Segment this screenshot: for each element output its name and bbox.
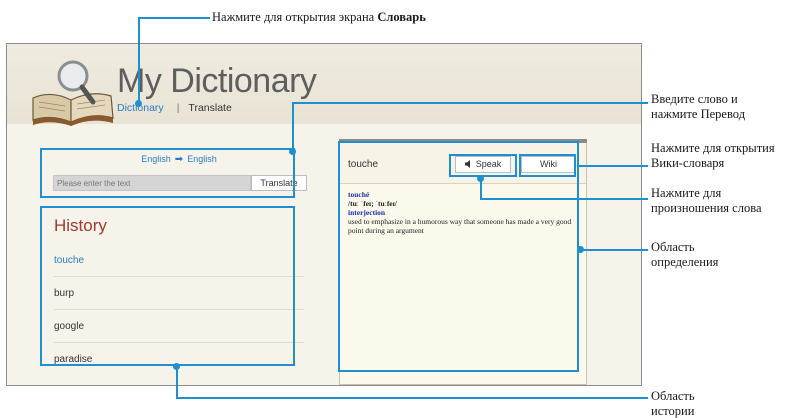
callout-speak: Нажмите для произношения слова: [651, 186, 762, 216]
callout-wiki: Нажмите для открытия Вики-словаря: [651, 141, 775, 171]
callout-definition-line2: определения: [651, 255, 719, 269]
dictionary-logo-icon: [32, 60, 114, 126]
callout-speak-line1: Нажмите для: [651, 186, 722, 200]
dot-definition: [577, 246, 584, 253]
search-highlight-frame: [40, 148, 295, 198]
leader-translate-h: [292, 102, 648, 104]
dot-translate: [289, 148, 296, 155]
callout-wiki-line1: Нажмите для открытия: [651, 141, 775, 155]
leader-translate-v: [292, 103, 294, 151]
callout-definition: Область определения: [651, 240, 718, 270]
dot-history: [173, 363, 180, 370]
callout-history: Область истории: [651, 389, 695, 418]
callout-history-line1: Область: [651, 389, 695, 403]
callout-dictionary-text: Нажмите для открытия экрана: [212, 10, 378, 24]
callout-definition-line1: Область: [651, 240, 695, 254]
leader-speak-h: [480, 198, 648, 200]
nav-translate[interactable]: Translate: [188, 102, 231, 114]
app-title: My Dictionary: [117, 62, 317, 100]
leader-definition-h: [582, 249, 648, 251]
callout-wiki-line2: Вики-словаря: [651, 156, 725, 170]
leader-history-v: [176, 366, 178, 398]
speak-highlight-frame: [449, 154, 517, 177]
dot-speak: [477, 175, 484, 182]
leader-wiki-h: [577, 165, 648, 167]
callout-translate-line2: нажмите Перевод: [651, 107, 746, 121]
callout-history-line2: истории: [651, 404, 695, 418]
leader-dictionary-v: [138, 18, 140, 102]
callout-translate: Введите слово и нажмите Перевод: [651, 92, 745, 122]
leader-history-h: [176, 397, 648, 399]
history-highlight-frame: [40, 206, 295, 366]
callout-dictionary-bold: Словарь: [377, 10, 426, 24]
nav-separator: |: [176, 102, 180, 114]
callout-dictionary: Нажмите для открытия экрана Словарь: [212, 10, 426, 25]
callout-speak-line2: произношения слова: [651, 201, 762, 215]
leader-dictionary-h: [138, 17, 210, 19]
wiki-highlight-frame: [519, 154, 576, 177]
callout-translate-line1: Введите слово и: [651, 92, 738, 106]
dot-dictionary: [135, 100, 142, 107]
